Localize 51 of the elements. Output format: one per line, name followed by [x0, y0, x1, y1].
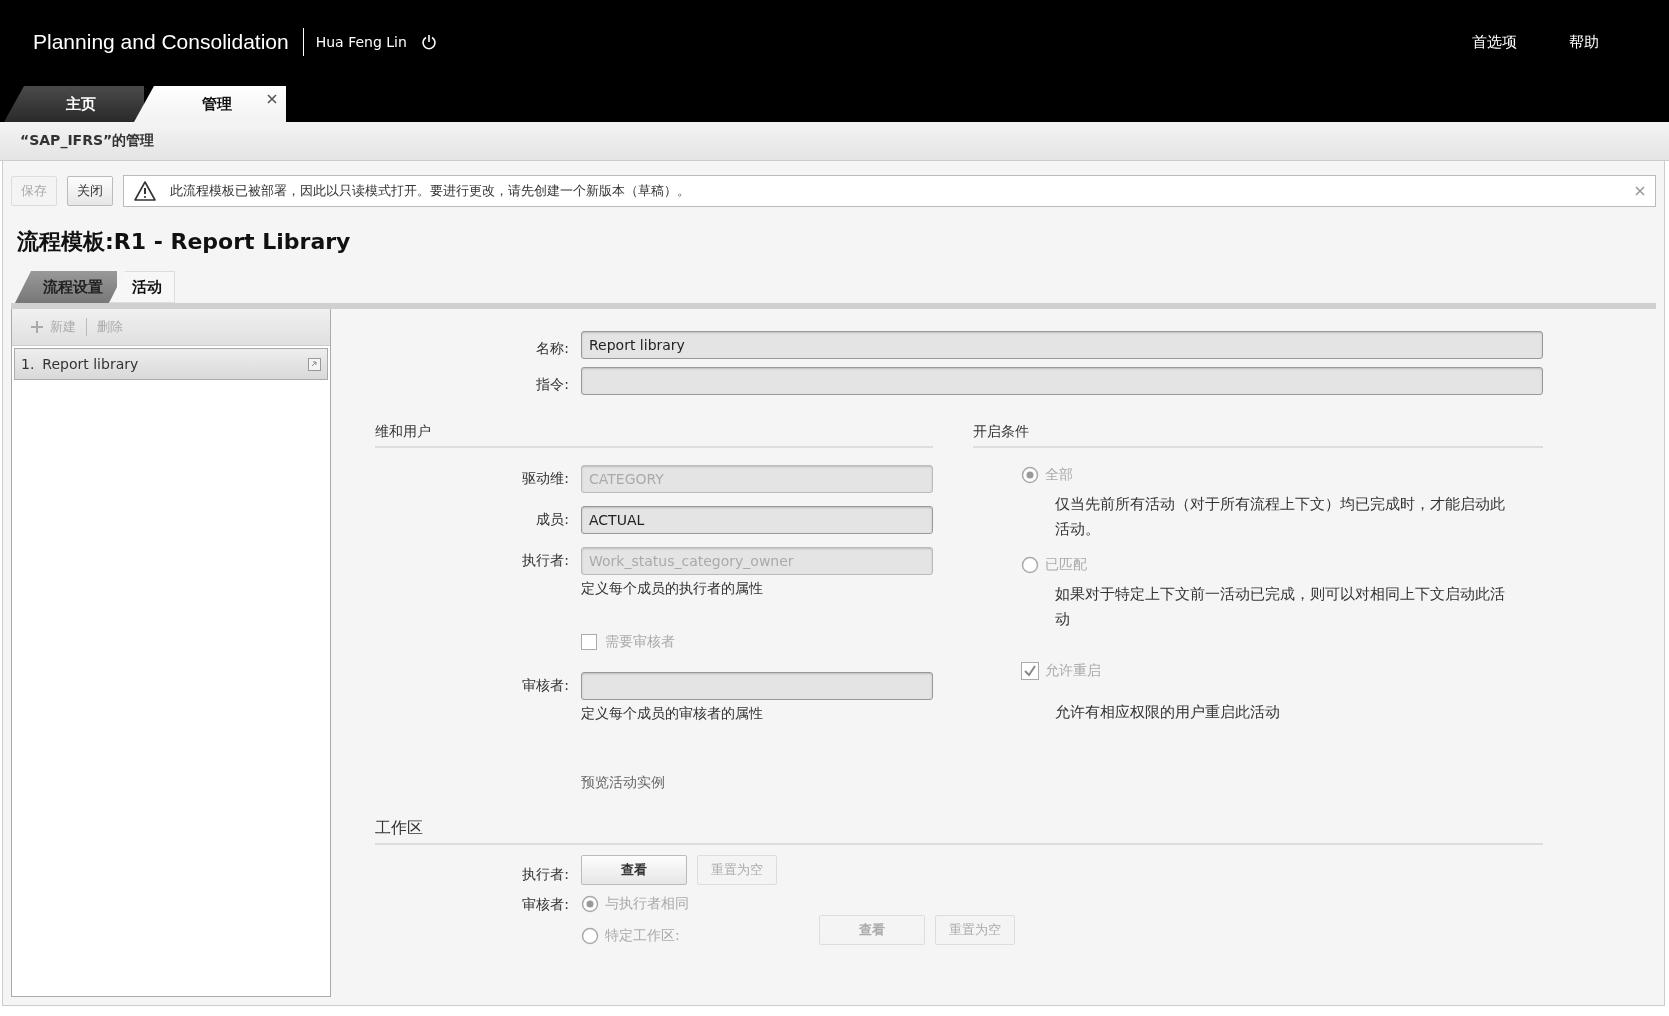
radio-label: 全部: [1045, 466, 1073, 484]
toolbar-button[interactable]: 关闭: [67, 176, 113, 206]
field-label: 审核者:: [521, 896, 570, 914]
tab[interactable]: 主页: [4, 86, 144, 122]
list-item[interactable]: 1. Report library: [14, 348, 328, 380]
field-label: 名称:: [535, 340, 570, 358]
section-heading: 维和用户: [375, 423, 933, 448]
description-text: 如果对于特定上下文前一活动已完成，则可以对相同上下文启动此活动: [1055, 584, 1506, 630]
help-text: 定义每个成员的执行者的属性: [581, 580, 764, 598]
section-heading: 开启条件: [973, 423, 1543, 448]
checkbox[interactable]: [1021, 662, 1039, 680]
warning-icon: [134, 181, 156, 201]
checkbox-label: 允许重启: [1045, 662, 1101, 680]
preview-link[interactable]: 预览活动实例: [581, 774, 933, 792]
header-link[interactable]: 首选项: [1472, 32, 1517, 52]
radio-button[interactable]: [1021, 556, 1039, 574]
radio-label: 与执行者相同: [605, 895, 689, 913]
message-text: 此流程模板已被部署，因此以只读模式打开。要进行更改，请先创建一个新版本（草稿）。: [170, 182, 690, 200]
tab[interactable]: 管理: [134, 86, 286, 122]
tab[interactable]: 流程设置: [15, 271, 117, 303]
user-name: Hua Feng Lin: [315, 34, 407, 50]
page-title: 流程模板:R1 - Report Library: [17, 228, 352, 256]
field-label: 执行者:: [521, 552, 570, 570]
field-label: 驱动维:: [521, 470, 570, 488]
field-label: 指令:: [535, 376, 570, 394]
input-field[interactable]: Report library: [581, 331, 1543, 359]
tab[interactable]: 活动: [109, 271, 175, 303]
header-link[interactable]: 帮助: [1569, 32, 1599, 52]
description-text: 仅当先前所有活动（对于所有流程上下文）均已完成时，才能启动此活动。: [1055, 494, 1506, 540]
app-title: Planning and Consolidation: [33, 30, 289, 54]
input-field[interactable]: ACTUAL: [581, 506, 933, 534]
input-field[interactable]: [581, 672, 933, 700]
radio-button[interactable]: [1021, 466, 1039, 484]
input-field[interactable]: [581, 367, 1543, 395]
checkbox-label: 需要审核者: [605, 633, 675, 651]
plus-icon: [30, 320, 44, 334]
radio-button[interactable]: [581, 895, 599, 913]
section-heading: 工作区: [375, 818, 1543, 845]
breadcrumb: “SAP_IFRS”的管理: [20, 132, 155, 150]
radio-button[interactable]: [581, 927, 599, 945]
close-icon[interactable]: [267, 94, 277, 104]
expand-icon: [308, 357, 321, 371]
field-label: 成员:: [535, 511, 570, 529]
power-icon[interactable]: [420, 34, 437, 50]
button[interactable]: 查看: [581, 855, 687, 885]
help-text: 定义每个成员的审核者的属性: [581, 705, 764, 723]
radio-label: 特定工作区:: [605, 927, 680, 945]
description-text: 允许有相应权限的用户重启此活动: [1055, 702, 1281, 723]
field-label: 审核者:: [521, 677, 570, 695]
field-label: 执行者:: [521, 866, 570, 884]
radio-label: 已匹配: [1045, 556, 1087, 574]
